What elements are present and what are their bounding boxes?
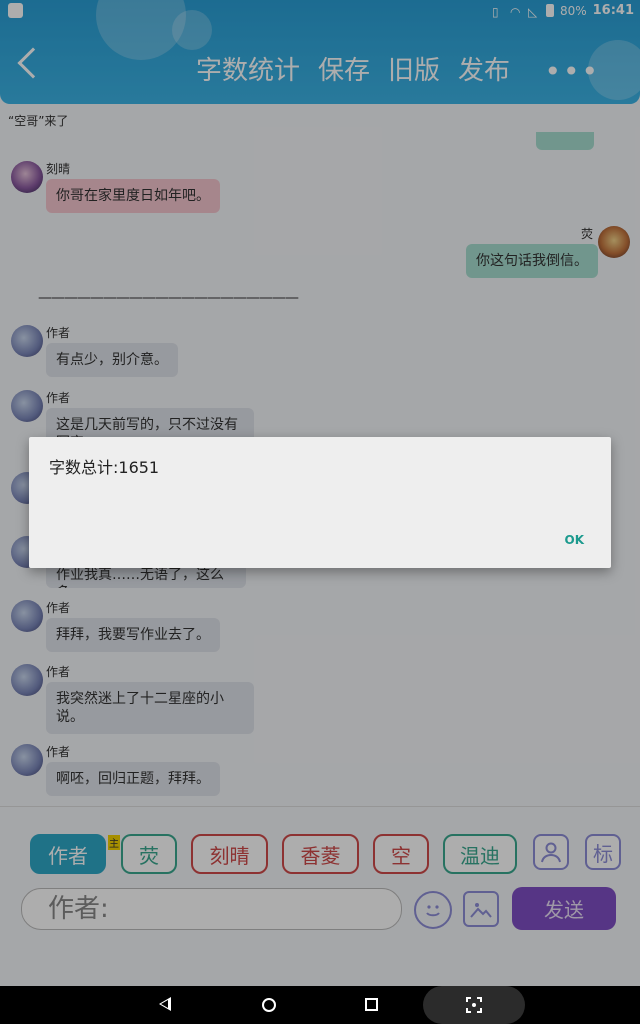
- dialog-message: 字数总计:1651: [49, 458, 160, 477]
- nav-home-icon[interactable]: [262, 998, 276, 1012]
- ok-button[interactable]: OK: [565, 533, 585, 547]
- system-nav-bar: [0, 986, 640, 1024]
- word-count-dialog: 字数总计:1651 OK: [29, 437, 611, 568]
- nav-recents-icon[interactable]: [365, 998, 378, 1011]
- screenshot-capture-button[interactable]: [423, 986, 525, 1024]
- screenshot-icon: [466, 997, 482, 1013]
- nav-back-icon[interactable]: [159, 997, 171, 1011]
